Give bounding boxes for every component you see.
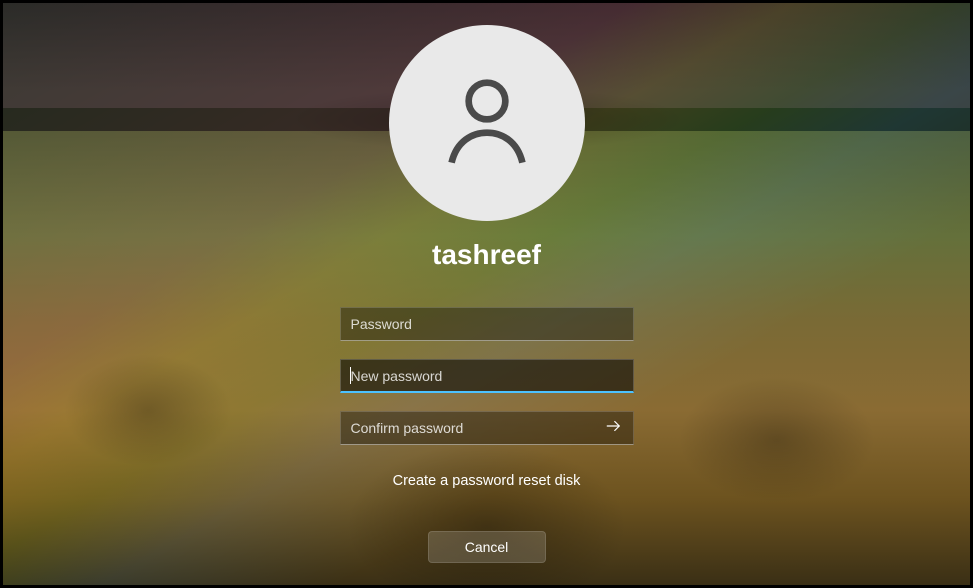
password-input[interactable] [351,316,623,332]
new-password-input[interactable] [351,368,623,384]
arrow-right-icon [605,417,623,440]
confirm-password-field-wrapper[interactable] [340,411,634,445]
user-name: tashreef [432,239,541,271]
text-caret [350,367,351,384]
avatar [389,25,585,221]
password-field-wrapper[interactable] [340,307,634,341]
new-password-field-wrapper[interactable] [340,359,634,393]
lock-screen: tashreef Create a password reset disk Ca… [0,0,973,588]
create-reset-disk-link[interactable]: Create a password reset disk [393,473,581,489]
password-fields [340,307,634,445]
cancel-button[interactable]: Cancel [428,531,546,563]
user-icon [437,71,537,176]
submit-button[interactable] [599,413,629,443]
confirm-password-input[interactable] [351,420,599,436]
